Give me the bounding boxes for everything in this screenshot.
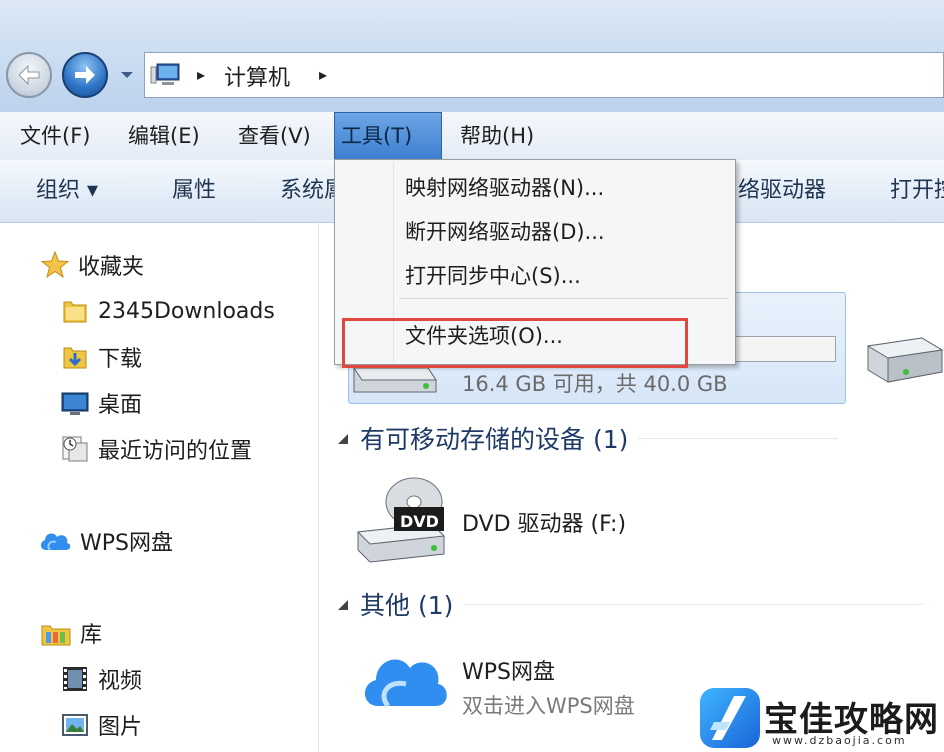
menu-separator (399, 298, 729, 299)
map-network-drive-button[interactable]: 络驱动器 (738, 160, 826, 222)
library-icon (41, 625, 71, 646)
menu-tools[interactable]: 工具(T) (334, 112, 442, 160)
menu-help[interactable]: 帮助(H) (454, 112, 540, 160)
nav-item-2345downloads[interactable]: 2345Downloads (60, 291, 275, 331)
menu-item-map-network-drive[interactable]: 映射网络驱动器(N)... (405, 168, 604, 208)
breadcrumb-separator[interactable]: ▸ (319, 65, 327, 84)
nav-item-label: 图片 (98, 715, 143, 740)
dvd-badge: DVD (400, 512, 439, 531)
menu-edit[interactable]: 编辑(E) (122, 112, 206, 160)
menu-item-disconnect-network-drive[interactable]: 断开网络驱动器(D)... (405, 212, 605, 252)
hard-drive-icon[interactable] (862, 316, 944, 388)
watermark-url: www.dzbaojia.com (772, 734, 907, 747)
nav-item-desktop[interactable]: 桌面 (60, 383, 142, 423)
nav-item-label: 最近访问的位置 (98, 439, 253, 464)
section-other-label: 其他 (1) (360, 591, 454, 620)
organize-button[interactable]: 组织 ▾ (36, 160, 98, 222)
nav-item-pictures[interactable]: 图片 (60, 705, 142, 745)
folder-icon (63, 301, 87, 323)
wps-cloud-title[interactable]: WPS网盘 (462, 654, 555, 686)
wps-cloud-subtitle: 双击进入WPS网盘 (462, 694, 635, 718)
site-watermark: 宝佳攻略网 www.dzbaojia.com (700, 688, 944, 752)
menu-bar: 文件(F) 编辑(E) 查看(V) 工具(T) 帮助(H) (0, 112, 944, 161)
nav-item-label: 桌面 (98, 393, 143, 418)
folder-options-highlight (342, 318, 688, 368)
drive-c-free-space: 16.4 GB 可用，共 40.0 GB (462, 372, 728, 396)
nav-item-downloads[interactable]: 下载 (60, 337, 142, 377)
breadcrumb-computer[interactable]: 计算机 (224, 60, 290, 92)
recent-places-icon (62, 436, 88, 462)
collapse-triangle-icon (338, 434, 348, 444)
nav-wps-label: WPS网盘 (80, 531, 173, 556)
nav-library-label: 库 (80, 623, 103, 648)
nav-favorites-label: 收藏夹 (78, 255, 145, 280)
nav-item-videos[interactable]: 视频 (60, 659, 142, 699)
properties-button[interactable]: 属性 (172, 160, 216, 222)
navigation-pane: 收藏夹 2345Downloads 下载 桌面 最近访问的位置 WPS网盘 库 … (0, 223, 319, 752)
section-divider (638, 437, 839, 439)
wps-cloud-icon[interactable] (358, 646, 450, 710)
arrow-right-icon (75, 66, 95, 84)
open-control-panel-button[interactable]: 打开控 (890, 160, 944, 222)
menu-view[interactable]: 查看(V) (232, 112, 317, 160)
nav-library[interactable]: 库 (40, 613, 102, 653)
nav-wps-cloud[interactable]: WPS网盘 (38, 521, 173, 561)
section-removable-devices[interactable]: 有可移动存储的设备 (1) (334, 418, 839, 458)
star-icon (40, 250, 70, 279)
picture-icon (62, 714, 88, 736)
forward-button[interactable] (62, 52, 108, 98)
nav-item-label: 下载 (98, 347, 143, 372)
section-other[interactable]: 其他 (1) (334, 584, 924, 624)
desktop-icon (61, 392, 89, 415)
computer-icon (150, 63, 180, 85)
nav-item-label: 视频 (98, 669, 143, 694)
chevron-down-icon (121, 72, 133, 78)
cloud-icon (40, 533, 71, 551)
breadcrumb-separator[interactable]: ▸ (197, 65, 205, 84)
download-folder-icon (63, 347, 87, 369)
address-bar-area: ▸ ▸ 计算机 (0, 0, 944, 113)
film-icon (63, 667, 87, 691)
collapse-triangle-icon (338, 600, 348, 610)
menu-item-open-sync-center[interactable]: 打开同步中心(S)... (405, 256, 581, 296)
menu-file[interactable]: 文件(F) (14, 112, 96, 160)
nav-item-recent-places[interactable]: 最近访问的位置 (60, 429, 252, 469)
nav-favorites[interactable]: 收藏夹 (40, 245, 144, 285)
section-removable-label: 有可移动存储的设备 (1) (360, 425, 629, 454)
system-properties-button[interactable]: 系统属 (280, 160, 336, 222)
dvd-drive-label[interactable]: DVD 驱动器 (F:) (462, 506, 626, 538)
back-button[interactable] (6, 52, 52, 98)
recent-pages-dropdown[interactable] (118, 66, 136, 84)
watermark-logo-icon (700, 688, 760, 748)
section-divider (463, 603, 924, 605)
arrow-left-icon (18, 64, 40, 86)
nav-item-label: 2345Downloads (98, 298, 275, 324)
